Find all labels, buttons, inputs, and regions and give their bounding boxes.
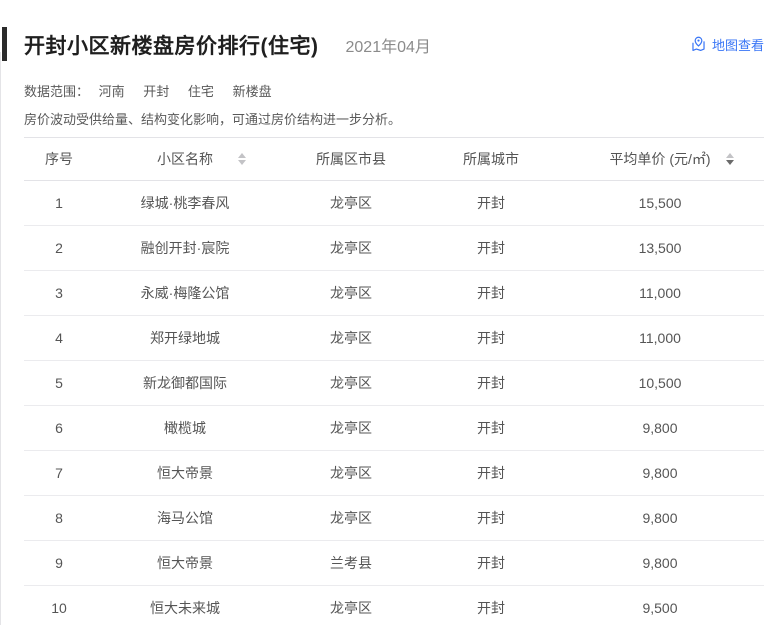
cell-average-price: 13,500 xyxy=(556,226,764,271)
cell-rank: 1 xyxy=(24,181,94,226)
cell-average-price: 15,500 xyxy=(556,181,764,226)
table-row[interactable]: 9 恒大帝景 兰考县 开封 9,800 xyxy=(24,541,764,586)
column-header-district: 所属区市县 xyxy=(276,138,426,181)
table-header-row: 序号 小区名称 所属区市县 所属城市 平均单价 (元/㎡) xyxy=(24,138,764,181)
ranking-table: 序号 小区名称 所属区市县 所属城市 平均单价 (元/㎡) xyxy=(24,137,764,625)
data-scope-section: 数据范围： 河南 开封 住宅 新楼盘 房价波动受供给量、结构变化影响，可通过房价… xyxy=(24,81,764,128)
cell-community-name: 恒大帝景 xyxy=(94,541,276,586)
cell-average-price: 11,000 xyxy=(556,316,764,361)
cell-community-name: 郑开绿地城 xyxy=(94,316,276,361)
table-row[interactable]: 4 郑开绿地城 龙亭区 开封 11,000 xyxy=(24,316,764,361)
cell-rank: 4 xyxy=(24,316,94,361)
cell-rank: 9 xyxy=(24,541,94,586)
map-pin-icon xyxy=(690,36,707,53)
table-row[interactable]: 1 绿城·桃李春风 龙亭区 开封 15,500 xyxy=(24,181,764,226)
column-header-price-label: 平均单价 (元/㎡) xyxy=(609,151,710,167)
cell-district: 龙亭区 xyxy=(276,496,426,541)
cell-city: 开封 xyxy=(426,181,556,226)
cell-average-price: 9,800 xyxy=(556,541,764,586)
price-ranking-page: 开封小区新楼盘房价排行(住宅) 2021年04月 地图查看 数据范围： 河南 开… xyxy=(0,27,776,625)
cell-district: 兰考县 xyxy=(276,541,426,586)
cell-city: 开封 xyxy=(426,271,556,316)
cell-rank: 7 xyxy=(24,451,94,496)
data-scope-label: 数据范围： xyxy=(24,84,89,99)
cell-city: 开封 xyxy=(426,586,556,625)
cell-rank: 2 xyxy=(24,226,94,271)
table-row[interactable]: 3 永威·梅隆公馆 龙亭区 开封 11,000 xyxy=(24,271,764,316)
cell-rank: 6 xyxy=(24,406,94,451)
cell-district: 龙亭区 xyxy=(276,181,426,226)
cell-district: 龙亭区 xyxy=(276,226,426,271)
column-header-price[interactable]: 平均单价 (元/㎡) xyxy=(556,138,764,181)
table-row[interactable]: 10 恒大未来城 龙亭区 开封 9,500 xyxy=(24,586,764,625)
page-title: 开封小区新楼盘房价排行(住宅) xyxy=(24,30,319,60)
cell-community-name: 融创开封·宸院 xyxy=(94,226,276,271)
page-left-border xyxy=(0,52,1,625)
cell-city: 开封 xyxy=(426,541,556,586)
table-row[interactable]: 5 新龙御都国际 龙亭区 开封 10,500 xyxy=(24,361,764,406)
cell-rank: 3 xyxy=(24,271,94,316)
cell-district: 龙亭区 xyxy=(276,316,426,361)
cell-community-name: 新龙御都国际 xyxy=(94,361,276,406)
column-header-community[interactable]: 小区名称 xyxy=(94,138,276,181)
cell-city: 开封 xyxy=(426,226,556,271)
scope-tag-market: 新楼盘 xyxy=(233,84,272,99)
cell-city: 开封 xyxy=(426,316,556,361)
table-body: 1 绿城·桃李春风 龙亭区 开封 15,500 2 融创开封·宸院 龙亭区 开封… xyxy=(24,181,764,625)
cell-district: 龙亭区 xyxy=(276,586,426,625)
scope-tag-province: 河南 xyxy=(99,84,125,99)
cell-community-name: 恒大帝景 xyxy=(94,451,276,496)
cell-rank: 5 xyxy=(24,361,94,406)
cell-average-price: 9,800 xyxy=(556,406,764,451)
table-row[interactable]: 2 融创开封·宸院 龙亭区 开封 13,500 xyxy=(24,226,764,271)
cell-community-name: 绿城·桃李春风 xyxy=(94,181,276,226)
sort-icon-community[interactable] xyxy=(238,153,246,165)
cell-city: 开封 xyxy=(426,496,556,541)
cell-average-price: 9,500 xyxy=(556,586,764,625)
title-accent-bar xyxy=(2,27,7,61)
cell-rank: 8 xyxy=(24,496,94,541)
cell-district: 龙亭区 xyxy=(276,271,426,316)
cell-community-name: 橄榄城 xyxy=(94,406,276,451)
map-view-link[interactable]: 地图查看 xyxy=(690,35,764,54)
cell-average-price: 10,500 xyxy=(556,361,764,406)
data-scope-line: 数据范围： 河南 开封 住宅 新楼盘 xyxy=(24,81,764,100)
table-row[interactable]: 7 恒大帝景 龙亭区 开封 9,800 xyxy=(24,451,764,496)
cell-community-name: 海马公馆 xyxy=(94,496,276,541)
page-header: 开封小区新楼盘房价排行(住宅) 2021年04月 地图查看 xyxy=(24,27,764,62)
report-date: 2021年04月 xyxy=(346,33,431,57)
table-row[interactable]: 8 海马公馆 龙亭区 开封 9,800 xyxy=(24,496,764,541)
table-row[interactable]: 6 橄榄城 龙亭区 开封 9,800 xyxy=(24,406,764,451)
cell-city: 开封 xyxy=(426,451,556,496)
map-view-link-label: 地图查看 xyxy=(712,35,764,54)
analysis-note: 房价波动受供给量、结构变化影响，可通过房价结构进一步分析。 xyxy=(24,109,764,128)
cell-average-price: 11,000 xyxy=(556,271,764,316)
cell-district: 龙亭区 xyxy=(276,406,426,451)
cell-city: 开封 xyxy=(426,361,556,406)
cell-community-name: 永威·梅隆公馆 xyxy=(94,271,276,316)
cell-district: 龙亭区 xyxy=(276,361,426,406)
cell-average-price: 9,800 xyxy=(556,451,764,496)
column-header-city: 所属城市 xyxy=(426,138,556,181)
scope-tag-city: 开封 xyxy=(143,84,169,99)
sort-icon-price-descending[interactable] xyxy=(726,153,734,165)
cell-district: 龙亭区 xyxy=(276,451,426,496)
scope-tag-type: 住宅 xyxy=(188,84,214,99)
column-header-rank: 序号 xyxy=(24,138,94,181)
cell-city: 开封 xyxy=(426,406,556,451)
cell-average-price: 9,800 xyxy=(556,496,764,541)
column-header-community-label: 小区名称 xyxy=(157,151,213,167)
cell-community-name: 恒大未来城 xyxy=(94,586,276,625)
cell-rank: 10 xyxy=(24,586,94,625)
